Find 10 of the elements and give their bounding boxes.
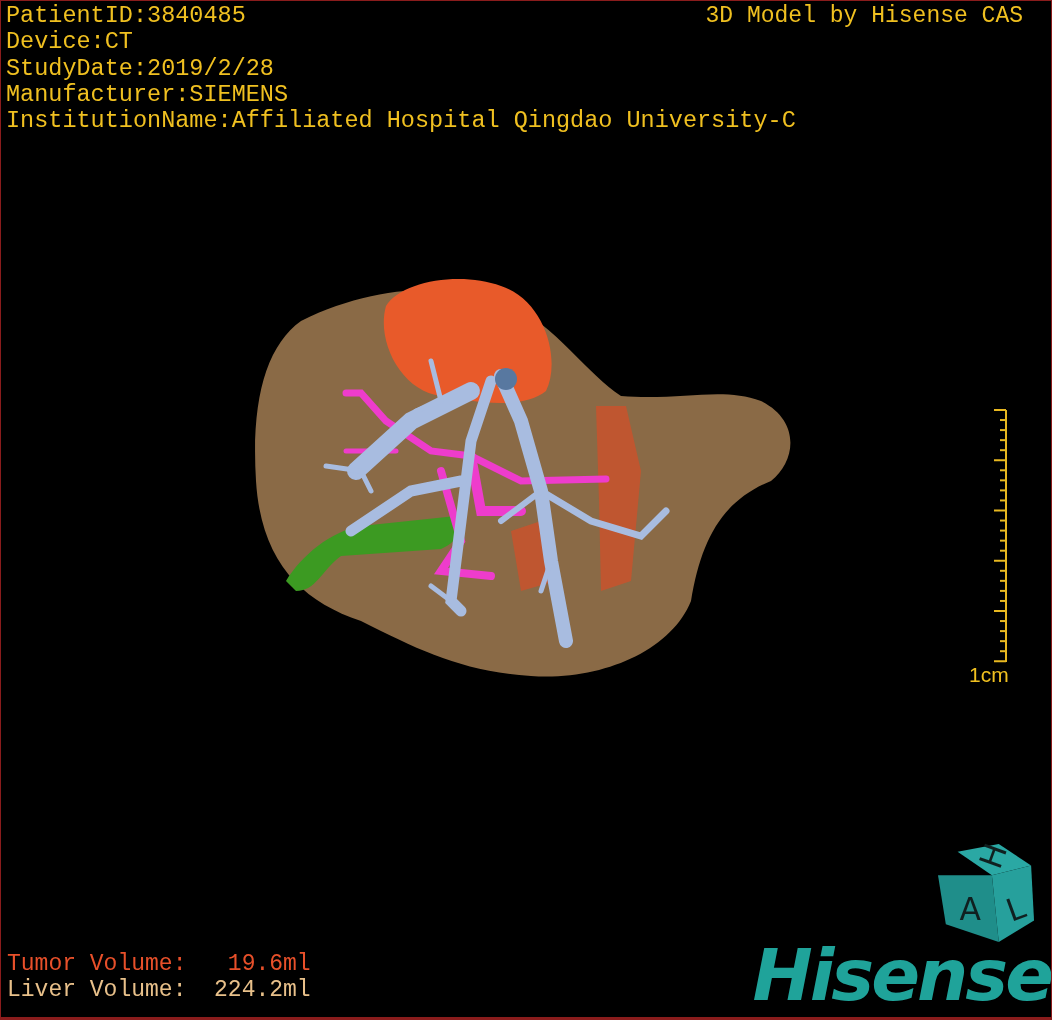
scale-label: 1cm xyxy=(969,663,1009,687)
scale-ruler-icon xyxy=(991,409,1008,663)
patient-info-text: Manufacturer:SIEMENS xyxy=(6,81,289,109)
volume-reading: Liver Volume: 224.2ml xyxy=(7,977,311,1003)
patient-info-text: Device:CT xyxy=(6,29,133,56)
patient-info-text: InstitutionName:Affiliated Hospital Qingdao University-C xyxy=(6,108,796,135)
patient-info-text: PatientID:3840485 xyxy=(6,3,246,30)
patient-info-text: StudyDate:2019/2/28 xyxy=(6,55,274,82)
model-credit-text: 3D Model by Hisense CAS xyxy=(705,3,1023,29)
volume-reading: Tumor Volume: 19.6ml xyxy=(7,951,311,977)
